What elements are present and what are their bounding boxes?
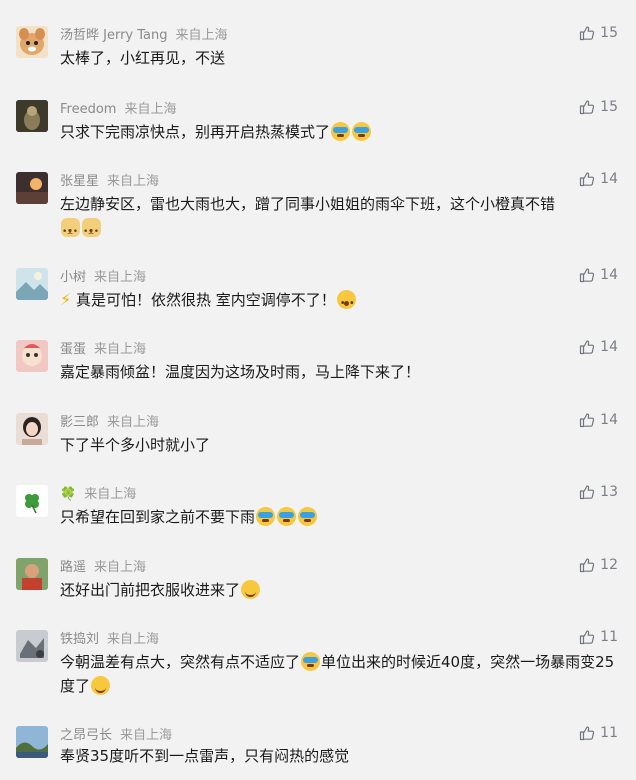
location-label: 来自上海 bbox=[94, 342, 147, 357]
user-name[interactable]: 小树 bbox=[60, 270, 86, 285]
location-label: 来自上海 bbox=[175, 28, 228, 43]
avatar[interactable] bbox=[16, 340, 48, 372]
comment-text: 只希望在回到家之前不要下雨 bbox=[60, 505, 620, 529]
avatar[interactable] bbox=[16, 172, 48, 204]
avatar[interactable] bbox=[16, 630, 48, 662]
avatar[interactable] bbox=[16, 485, 48, 517]
like-count: 13 bbox=[600, 484, 618, 500]
user-name[interactable]: 张星星 bbox=[60, 174, 99, 189]
like-button[interactable]: 14 bbox=[579, 339, 618, 355]
comment-text: 下了半个多小时就小了 bbox=[60, 436, 211, 454]
user-name[interactable]: 之昂弓长 bbox=[60, 728, 112, 743]
cat-emoji-icon bbox=[61, 218, 80, 244]
like-count: 11 bbox=[600, 629, 618, 645]
like-button[interactable]: 15 bbox=[579, 25, 618, 41]
comment-text: ⚡ 真是可怕！依然很热 室内空调停不了！ bbox=[60, 288, 620, 316]
avatar[interactable] bbox=[16, 100, 48, 132]
thumbs-up-icon bbox=[580, 172, 595, 187]
thumbs-up-icon bbox=[580, 485, 595, 500]
cat-emoji-icon bbox=[82, 218, 101, 244]
lightning-icon: ⚡ bbox=[60, 290, 72, 309]
like-button[interactable]: 14 bbox=[579, 171, 618, 187]
comment-text: 还好出门前把衣服收进来了 bbox=[60, 578, 620, 602]
avatar[interactable] bbox=[16, 413, 48, 445]
comment-text: 只求下完雨凉快点，别再开启热蒸模式了 bbox=[60, 120, 620, 144]
location-label: 来自上海 bbox=[94, 270, 147, 285]
smiling-emoji-icon bbox=[241, 580, 261, 599]
thumbs-up-icon bbox=[580, 268, 595, 283]
crying-laugh-emoji-icon bbox=[352, 122, 372, 141]
avatar[interactable] bbox=[16, 726, 48, 758]
thumbs-up-icon bbox=[580, 630, 595, 645]
location-label: 来自上海 bbox=[120, 728, 173, 743]
crying-laugh-emoji-icon bbox=[298, 507, 318, 526]
user-name[interactable]: 铁捣刘 bbox=[60, 632, 99, 647]
like-count: 15 bbox=[600, 25, 618, 41]
smiling-emoji-icon bbox=[91, 676, 111, 695]
crying-laugh-emoji-icon bbox=[277, 507, 297, 526]
like-button[interactable]: 11 bbox=[579, 725, 618, 741]
user-name[interactable]: 汤哲晔 Jerry Tang bbox=[60, 28, 168, 43]
location-label: 来自上海 bbox=[107, 415, 160, 430]
like-button[interactable]: 14 bbox=[579, 267, 618, 283]
thumbs-up-icon bbox=[580, 558, 595, 573]
like-count: 12 bbox=[600, 557, 618, 573]
thumbs-up-icon bbox=[580, 340, 595, 355]
user-name[interactable]: 路遥 bbox=[60, 560, 86, 575]
like-count: 15 bbox=[600, 99, 618, 115]
thumbs-up-icon bbox=[580, 100, 595, 115]
thumbs-up-icon bbox=[580, 413, 595, 428]
avatar[interactable] bbox=[16, 26, 48, 58]
like-count: 11 bbox=[600, 725, 618, 741]
comment-text: 太棒了，小红再见，不送 bbox=[60, 49, 226, 67]
like-count: 14 bbox=[600, 412, 618, 428]
location-label: 来自上海 bbox=[107, 632, 160, 647]
comment-text: 今朝温差有点大，突然有点不适应了 单位出来的时候近40度，突然一场暴雨变25度了 bbox=[60, 652, 615, 695]
comment-text: 奉贤35度听不到一点雷声，只有闷热的感觉 bbox=[60, 747, 350, 765]
location-label: 来自上海 bbox=[107, 174, 160, 189]
thumbs-up-icon bbox=[580, 726, 595, 741]
user-name[interactable]: 🍀 bbox=[60, 487, 76, 502]
like-count: 14 bbox=[600, 171, 618, 187]
like-button[interactable]: 11 bbox=[579, 629, 618, 645]
crying-laugh-emoji-icon bbox=[301, 652, 321, 671]
location-label: 来自上海 bbox=[94, 560, 147, 575]
user-name[interactable]: 影三郎 bbox=[60, 415, 99, 430]
location-label: 来自上海 bbox=[84, 487, 137, 502]
like-button[interactable]: 15 bbox=[579, 99, 618, 115]
like-count: 14 bbox=[600, 267, 618, 283]
location-label: 来自上海 bbox=[124, 102, 177, 117]
avatar[interactable] bbox=[16, 558, 48, 590]
like-button[interactable]: 13 bbox=[579, 484, 618, 500]
crying-laugh-emoji-icon bbox=[331, 122, 351, 141]
like-count: 14 bbox=[600, 339, 618, 355]
comment-text: 左边静安区，雷也大雨也大，蹭了同事小姐姐的雨伞下班，这个小橙真不错 bbox=[60, 192, 620, 244]
surprised-emoji-icon bbox=[336, 290, 356, 316]
user-name[interactable]: 蛋蛋 bbox=[60, 342, 86, 357]
crying-laugh-emoji-icon bbox=[256, 507, 276, 526]
user-name[interactable]: Freedom bbox=[60, 102, 116, 117]
avatar[interactable] bbox=[16, 268, 48, 300]
like-button[interactable]: 14 bbox=[579, 412, 618, 428]
comment-text: 嘉定暴雨倾盆！温度因为这场及时雨，马上降下来了！ bbox=[60, 363, 421, 381]
like-button[interactable]: 12 bbox=[579, 557, 618, 573]
thumbs-up-icon bbox=[580, 26, 595, 41]
